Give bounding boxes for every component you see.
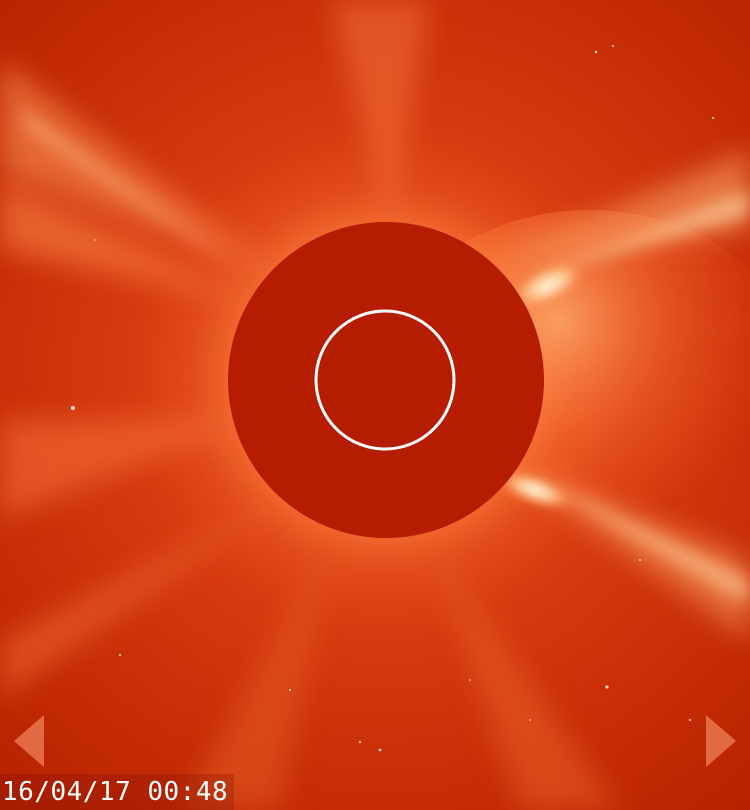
- coronagraph-image: [0, 0, 750, 810]
- frame-timestamp: 16/04/17 00:48: [0, 774, 235, 810]
- previous-frame-button[interactable]: [12, 713, 46, 769]
- chevron-right-icon: [706, 715, 736, 767]
- next-frame-button[interactable]: [704, 713, 738, 769]
- occulting-disk: [228, 222, 544, 538]
- chevron-left-icon: [14, 715, 44, 767]
- coronagraph-viewer: 16/04/17 00:48: [0, 0, 750, 810]
